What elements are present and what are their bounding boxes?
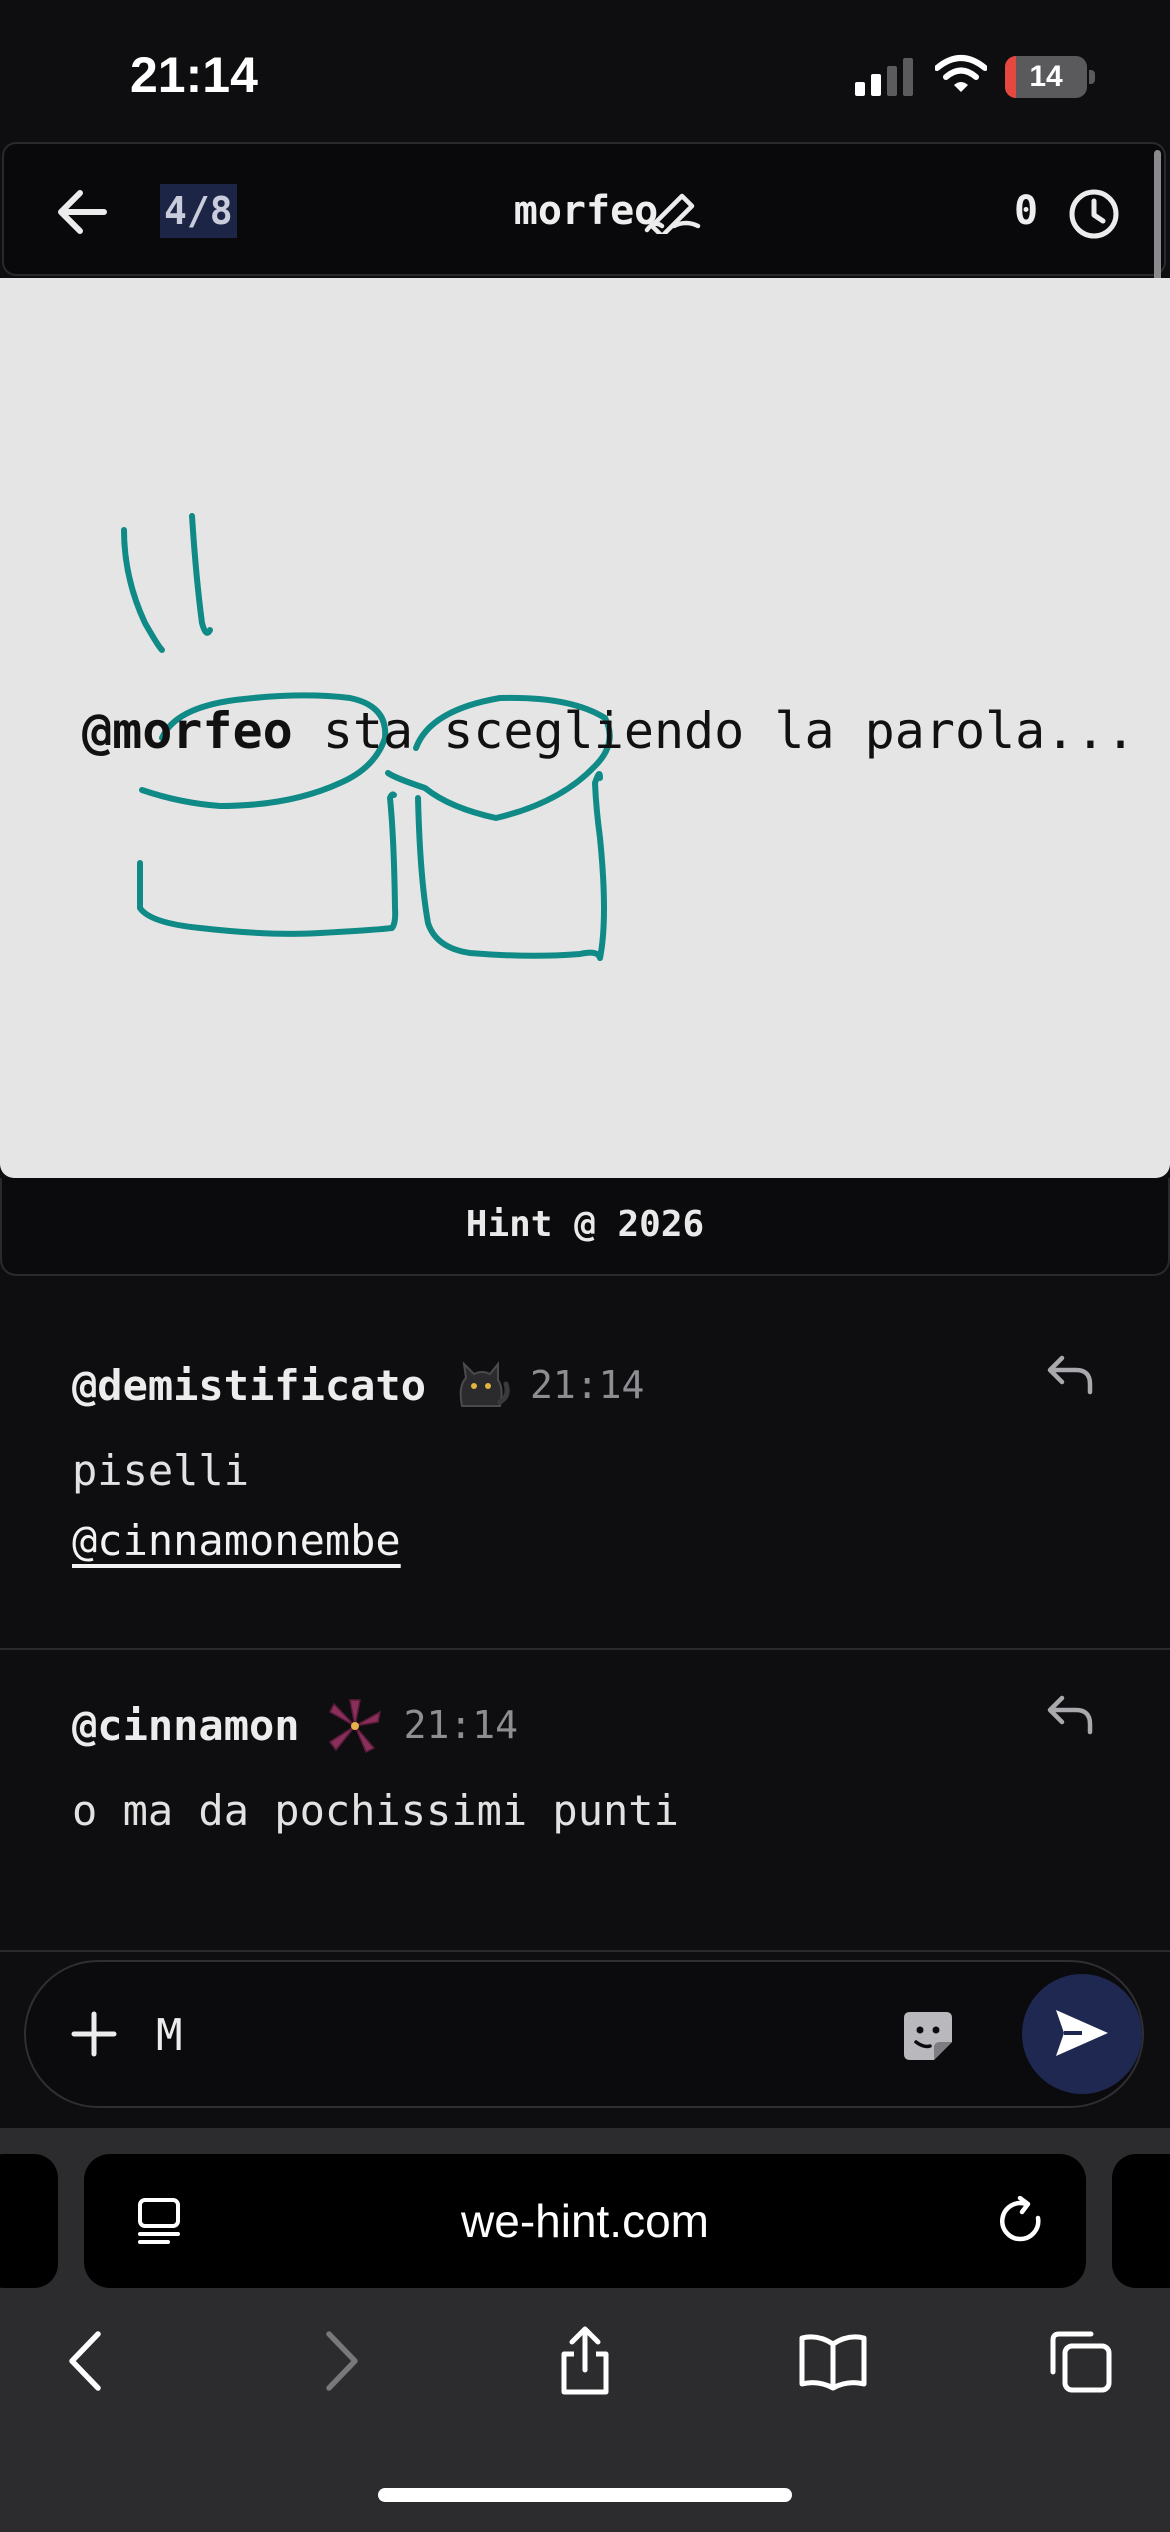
next-tab-preview[interactable] bbox=[1112, 2154, 1170, 2288]
bookmarks-icon[interactable] bbox=[798, 2326, 868, 2396]
message-time: 21:14 bbox=[403, 1703, 518, 1747]
reload-icon[interactable] bbox=[996, 2196, 1048, 2248]
drawer-name: morfeo bbox=[513, 188, 659, 234]
send-button[interactable] bbox=[1022, 1974, 1142, 2094]
battery-icon: 14 bbox=[1005, 56, 1095, 98]
previous-tab-preview[interactable] bbox=[0, 2154, 58, 2288]
message-username[interactable]: @demistificato bbox=[72, 1361, 426, 1410]
message-username[interactable]: @cinnamon bbox=[72, 1701, 300, 1750]
url-text[interactable]: we-hint.com bbox=[84, 2194, 1086, 2248]
footer-copyright: Hint @ 2026 bbox=[465, 1204, 705, 1245]
status-username: @morfeo bbox=[82, 702, 293, 760]
canvas-status-text: @morfeo sta scegliendo la parola... bbox=[82, 702, 1136, 760]
browser-toolbar: we-hint.com bbox=[0, 2128, 1170, 2532]
drawing-canvas[interactable]: @morfeo sta scegliendo la parola... bbox=[0, 278, 1170, 1178]
status-bar: 21:14 14 bbox=[0, 0, 1170, 140]
home-indicator bbox=[378, 2488, 792, 2502]
cellular-signal-icon bbox=[855, 58, 913, 96]
lily-flower-icon bbox=[328, 1699, 381, 1754]
chat-message: @demistificato 21:14 piselli @cinnamonem… bbox=[0, 1310, 1170, 1650]
message-time: 21:14 bbox=[530, 1363, 645, 1407]
message-composer bbox=[24, 1960, 1144, 2108]
timer-value: 0 bbox=[1014, 188, 1039, 234]
back-icon[interactable] bbox=[52, 2326, 122, 2396]
tabs-icon[interactable] bbox=[1045, 2326, 1115, 2396]
clock-icon bbox=[1069, 189, 1119, 239]
chat-message: @cinnamon 21:14 o ma da pochissimi punti bbox=[0, 1650, 1170, 1950]
reply-icon[interactable] bbox=[1044, 1692, 1096, 1736]
status-message: sta scegliendo la parola... bbox=[292, 702, 1136, 760]
game-header: 4/8 morfeo 0 bbox=[2, 142, 1166, 276]
status-time: 21:14 bbox=[130, 47, 258, 103]
message-text: piselli bbox=[72, 1446, 250, 1495]
reply-icon[interactable] bbox=[1044, 1352, 1096, 1396]
message-header: @demistificato 21:14 bbox=[72, 1350, 644, 1420]
sticker-icon[interactable] bbox=[900, 2008, 956, 2064]
message-mention[interactable]: @cinnamonembe bbox=[72, 1516, 401, 1565]
forward-icon[interactable] bbox=[305, 2326, 375, 2396]
battery-percent: 14 bbox=[1029, 60, 1063, 93]
message-header: @cinnamon 21:14 bbox=[72, 1690, 518, 1760]
share-icon[interactable] bbox=[550, 2326, 620, 2396]
chat-input-bar bbox=[0, 1950, 1170, 2128]
message-input[interactable] bbox=[156, 2002, 856, 2068]
black-cat-icon bbox=[459, 1361, 510, 1407]
address-bar[interactable]: we-hint.com bbox=[84, 2154, 1086, 2288]
send-icon bbox=[1056, 2010, 1108, 2056]
plus-icon[interactable] bbox=[70, 2010, 118, 2058]
canvas-footer: Hint @ 2026 bbox=[0, 1178, 1170, 1276]
pencil-icon bbox=[644, 193, 701, 234]
message-text: o ma da pochissimi punti bbox=[72, 1786, 679, 1835]
wifi-icon bbox=[935, 55, 987, 92]
